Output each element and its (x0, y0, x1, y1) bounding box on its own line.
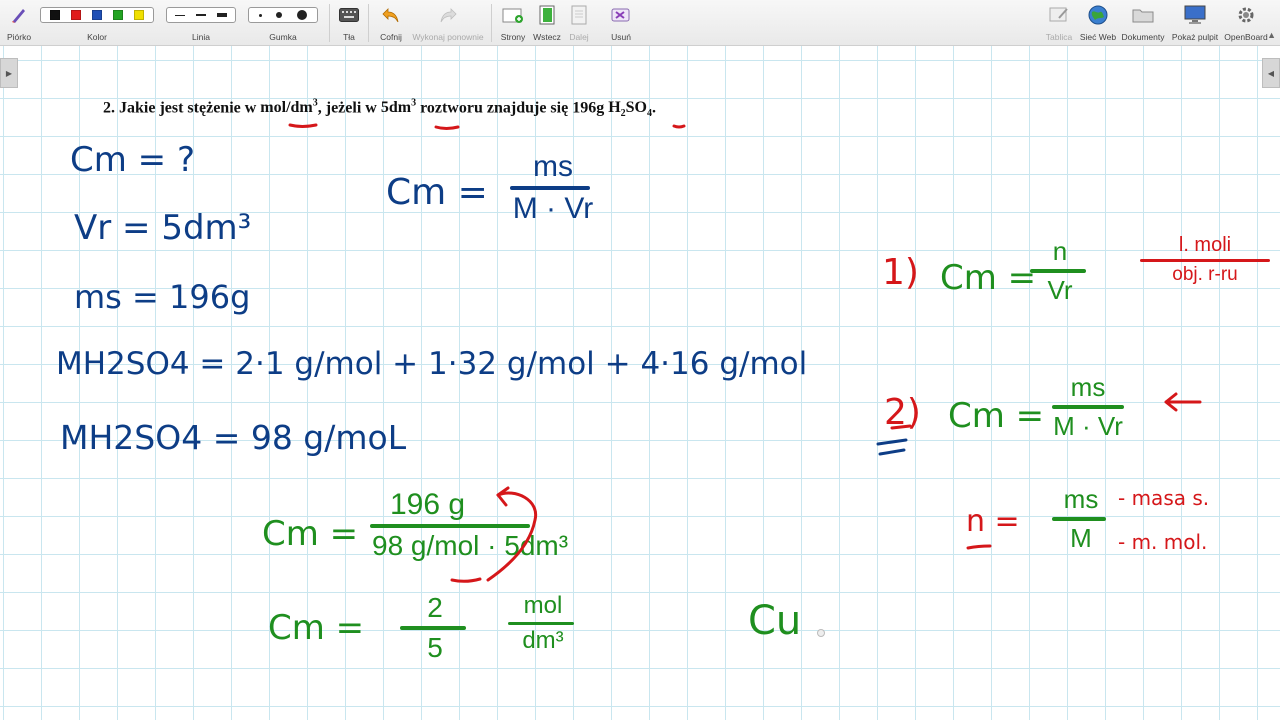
rule3-numerator: ms (1063, 484, 1099, 514)
rule3-note-mass: - masa s. (1118, 486, 1210, 510)
rule3-note-molar: - m. mol. (1118, 530, 1208, 554)
rule3-denominator: M (1070, 523, 1092, 553)
rule2-marks (876, 392, 1202, 550)
rule3-fraction: ms M (1052, 484, 1110, 554)
fraction-bar (1052, 517, 1106, 521)
rule3-left: n = (966, 504, 1020, 539)
